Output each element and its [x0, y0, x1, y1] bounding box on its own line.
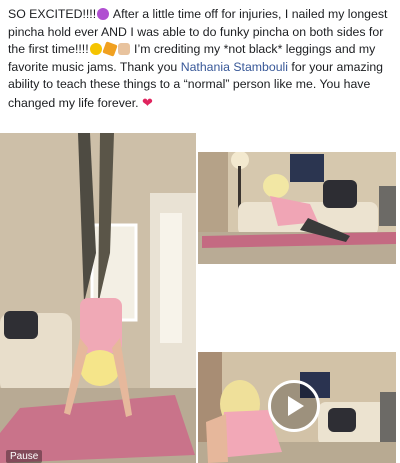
- pause-button[interactable]: Pause: [6, 450, 43, 463]
- stretch-photo-scene: [198, 152, 396, 264]
- play-icon: [288, 396, 304, 416]
- video-thumbnail[interactable]: [198, 352, 396, 463]
- heart-emoji-icon: ❤: [141, 94, 153, 110]
- post-text-part-1: SO EXCITED!!!!: [8, 7, 97, 21]
- play-button[interactable]: [268, 380, 320, 432]
- main-photo-scene: [0, 133, 196, 463]
- stretch-photo[interactable]: [198, 152, 396, 264]
- post-body-text: SO EXCITED!!!! After a little time off f…: [8, 6, 396, 113]
- excited-emoji-icon: [97, 8, 110, 20]
- user-mention-link[interactable]: Nathania Stambouli: [181, 60, 288, 74]
- flexed-arm-emoji-icon: [117, 43, 130, 56]
- main-photo[interactable]: Pause: [0, 133, 196, 463]
- party-popper-emoji-icon: [101, 41, 118, 57]
- grin-emoji-icon: [89, 43, 102, 56]
